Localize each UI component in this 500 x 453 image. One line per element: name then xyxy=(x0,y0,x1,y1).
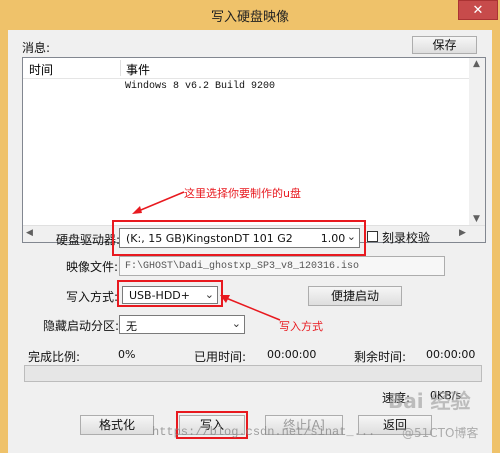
annotation-arrow-icon xyxy=(220,295,281,321)
annotation-arrow-icon xyxy=(132,191,185,214)
close-button[interactable]: ✕ xyxy=(458,0,498,20)
window-title: 写入硬盘映像 xyxy=(210,10,289,25)
format-button[interactable]: 格式化 xyxy=(80,415,154,435)
write-disk-image-dialog: 写入硬盘映像 ✕ 消息: 保存 时间 事件 Windows 8 v6.2 Bui… xyxy=(0,0,500,453)
verify-checkbox[interactable] xyxy=(367,231,378,242)
chevron-down-icon[interactable]: ⌄ xyxy=(205,288,214,301)
image-file-label: 映像文件: xyxy=(66,260,119,274)
remaining-value: 00:00:00 xyxy=(426,348,476,361)
image-file-field[interactable]: F:\GHOST\Dadi_ghostxp_SP3_v8_120316.iso xyxy=(119,256,445,276)
column-divider[interactable] xyxy=(120,60,121,76)
drive-select-value: (K:, 15 GB)KingstonDT 101 G2 1.00 xyxy=(126,232,346,245)
hidden-partition-label: 隐藏启动分区: xyxy=(43,319,120,333)
write-progress-bar xyxy=(24,365,482,382)
remaining-label: 剩余时间: xyxy=(354,350,407,364)
scroll-up-icon[interactable]: ▲ xyxy=(473,59,480,69)
drive-select[interactable]: (K:, 15 GB)KingstonDT 101 G2 1.00 ⌄ xyxy=(119,228,360,248)
scroll-down-icon[interactable]: ▼ xyxy=(473,214,480,224)
message-log-list[interactable]: 时间 事件 Windows 8 v6.2 Build 9200 ▲ ▼ ◀ ▶ xyxy=(22,57,486,243)
scroll-right-icon[interactable]: ▶ xyxy=(459,228,466,238)
log-row-event[interactable]: Windows 8 v6.2 Build 9200 xyxy=(125,81,275,92)
site-watermark: @51CTO博客 xyxy=(402,426,479,440)
scroll-left-icon[interactable]: ◀ xyxy=(26,228,33,238)
drive-annotation-text: 这里选择你要制作的u盘 xyxy=(184,187,301,200)
column-header-time[interactable]: 时间 xyxy=(29,61,53,78)
image-file-path: F:\GHOST\Dadi_ghostxp_SP3_v8_120316.iso xyxy=(125,261,360,272)
quick-boot-button[interactable]: 便捷启动 xyxy=(308,286,402,306)
drive-label: 硬盘驱动器: xyxy=(56,233,121,247)
hidden-partition-value: 无 xyxy=(126,320,137,333)
vertical-scrollbar[interactable]: ▲ ▼ xyxy=(469,58,485,242)
column-header-event[interactable]: 事件 xyxy=(126,61,150,78)
verify-label[interactable]: 刻录校验 xyxy=(382,229,430,246)
chevron-down-icon[interactable]: ⌄ xyxy=(347,230,356,243)
ratio-value: 0% xyxy=(118,348,136,361)
log-header: 时间 事件 xyxy=(23,58,471,79)
write-mode-label: 写入方式: xyxy=(66,290,119,304)
messages-label: 消息: xyxy=(22,41,51,55)
elapsed-label: 已用时间: xyxy=(194,350,247,364)
url-watermark: https://blog.csdn.net/sinat_... xyxy=(152,425,376,439)
write-mode-value: USB-HDD+ xyxy=(129,289,190,302)
ratio-label: 完成比例: xyxy=(28,350,81,364)
baidu-watermark: Bai 经验 xyxy=(388,389,471,413)
title-bar[interactable]: 写入硬盘映像 ✕ xyxy=(0,0,500,28)
write-mode-annotation-text: 写入方式 xyxy=(279,320,323,333)
save-button[interactable]: 保存 xyxy=(412,36,477,54)
write-mode-select[interactable]: USB-HDD+ ⌄ xyxy=(122,286,218,304)
elapsed-value: 00:00:00 xyxy=(267,348,317,361)
